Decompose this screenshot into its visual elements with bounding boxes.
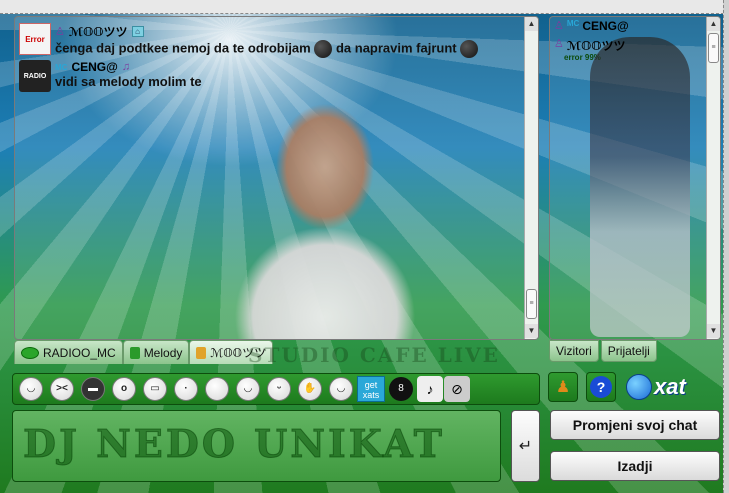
background-watermark: STUDIO CAFE LIVE [248, 343, 500, 367]
smiley-dark-icon[interactable]: ▬ [78, 375, 108, 403]
tab-vizitori[interactable]: Vizitori [549, 340, 599, 362]
user-background-photo [590, 37, 690, 337]
user-tabs: Vizitori Prijatelji [549, 340, 657, 362]
username-text: ℳ𝕆𝕆ツツ [68, 25, 128, 39]
message-username[interactable]: MC CENG@ ♫ [55, 60, 519, 74]
xat-logo[interactable]: xat [626, 374, 686, 400]
smiley-wave-icon[interactable]: ✋ [295, 375, 325, 403]
smiley-toolbar: ◡ >< ▬ o ▭ · ◡ ᵕ ✋ ◡ get xats 8 ♪ ⊘ [12, 373, 540, 405]
tab-label: Melody [143, 345, 183, 360]
smiley-smirk-icon[interactable]: ◡ [233, 375, 263, 403]
tab-label: RADIOO_MC [43, 345, 116, 360]
user-list-item[interactable]: ♙ MC CENG@ [550, 17, 720, 35]
sound-icon[interactable]: ♪ [417, 376, 443, 402]
message-username[interactable]: ♙ ℳ𝕆𝕆ツツ ⌂ [55, 23, 519, 40]
user-list-panel: ♙ MC CENG@ ♙ ℳ𝕆𝕆ツツ error 99% ▲ ≡ ▼ [549, 16, 721, 340]
scroll-up-arrow-icon[interactable]: ▲ [707, 17, 720, 31]
smiley-laugh-icon[interactable]: ◡ [326, 375, 356, 403]
avatar-label: Error [25, 34, 45, 44]
message-list: Error ♙ ℳ𝕆𝕆ツツ ⌂ čenga daj podtkee nemoj … [19, 23, 519, 94]
right-toolbar: ♟ ? xat [548, 372, 686, 402]
eight-ball-icon[interactable]: 8 [386, 375, 416, 403]
member-icon: ♙ [55, 26, 65, 38]
smiley-grin-icon[interactable]: ▭ [140, 375, 170, 403]
user-list-item[interactable]: ♙ ℳ𝕆𝕆ツツ [550, 35, 720, 56]
scroll-down-arrow-icon[interactable]: ▼ [525, 324, 538, 338]
window-right-border [723, 0, 729, 493]
message-item: Error ♙ ℳ𝕆𝕆ツツ ⌂ čenga daj podtkee nemoj … [19, 23, 519, 58]
help-button[interactable]: ? [586, 372, 616, 402]
exit-button[interactable]: Izadji [550, 451, 720, 481]
member-icon: ♙ [554, 38, 564, 50]
avatar-label: RADIO [23, 72, 47, 80]
message-item: RADIO MC CENG@ ♫ vidi sa melody molim te [19, 60, 519, 92]
users-scrollbar[interactable]: ▲ ≡ ▼ [706, 17, 720, 339]
smiley-wink-icon[interactable]: >< [47, 375, 77, 403]
message-text-part1: čenga daj podtkee nemoj da te odrobijam [55, 40, 311, 56]
user-name: CENG@ [582, 19, 629, 33]
scroll-thumb[interactable]: ≡ [526, 289, 537, 319]
scroll-thumb[interactable]: ≡ [708, 33, 719, 63]
smiley-crazy-icon[interactable]: ᵕ [264, 375, 294, 403]
scroll-down-arrow-icon[interactable]: ▼ [707, 324, 720, 338]
background-photo [205, 57, 445, 339]
xat-globe-icon [626, 374, 652, 400]
lock-open-icon [196, 346, 207, 359]
smiley-blank-icon[interactable] [202, 375, 232, 403]
avatar[interactable]: RADIO [19, 60, 51, 92]
chat-scrollbar[interactable]: ▲ ≡ ▼ [524, 17, 538, 339]
member-icon: ♙ [554, 20, 564, 32]
xat-brand-text: xat [654, 374, 686, 399]
message-text: vidi sa melody molim te [55, 74, 202, 89]
username-text: CENG@ [71, 60, 118, 74]
input-watermark: DJ NEDO UNIKAT [23, 421, 445, 467]
smiley-whistle-icon[interactable]: · [171, 375, 201, 403]
help-icon: ? [590, 376, 612, 398]
message-input[interactable]: DJ NEDO UNIKAT [12, 410, 501, 482]
tab-radioo-mc[interactable]: RADIOO_MC [14, 340, 123, 364]
friends-button[interactable]: ♟ [548, 372, 578, 402]
user-prefix: MC [566, 19, 580, 28]
smiley-emoji-icon [460, 40, 479, 58]
music-note-icon: ♫ [121, 61, 131, 73]
message-text: čenga daj podtkee nemoj da te odrobijam … [55, 40, 519, 58]
tab-prijatelji[interactable]: Prijatelji [600, 340, 657, 362]
tab-melody[interactable]: Melody [122, 340, 190, 364]
change-chat-button[interactable]: Promjeni svoj chat [550, 410, 720, 440]
avatar[interactable]: Error [19, 23, 51, 55]
smiley-emoji-icon [314, 40, 333, 58]
chat-message-panel: Error ♙ ℳ𝕆𝕆ツツ ⌂ čenga daj podtkee nemoj … [14, 16, 539, 340]
user-prefix: MC [55, 62, 68, 72]
lock-icon [129, 346, 140, 359]
message-text-part2: da napravim fajrunt [335, 40, 457, 56]
send-button[interactable]: ↵ [511, 410, 540, 482]
window-top-border [0, 0, 729, 14]
scroll-up-arrow-icon[interactable]: ▲ [525, 17, 538, 31]
smiley-smile-icon[interactable]: ◡ [16, 375, 46, 403]
home-icon[interactable]: ⌂ [131, 26, 144, 37]
speech-bubble-icon [21, 346, 39, 359]
users-icon: ♟ [555, 379, 571, 396]
block-icon[interactable]: ⊘ [444, 376, 470, 402]
user-name: ℳ𝕆𝕆ツツ [566, 39, 626, 53]
get-xats-button[interactable]: get xats [357, 376, 385, 402]
smiley-shocked-icon[interactable]: o [109, 375, 139, 403]
